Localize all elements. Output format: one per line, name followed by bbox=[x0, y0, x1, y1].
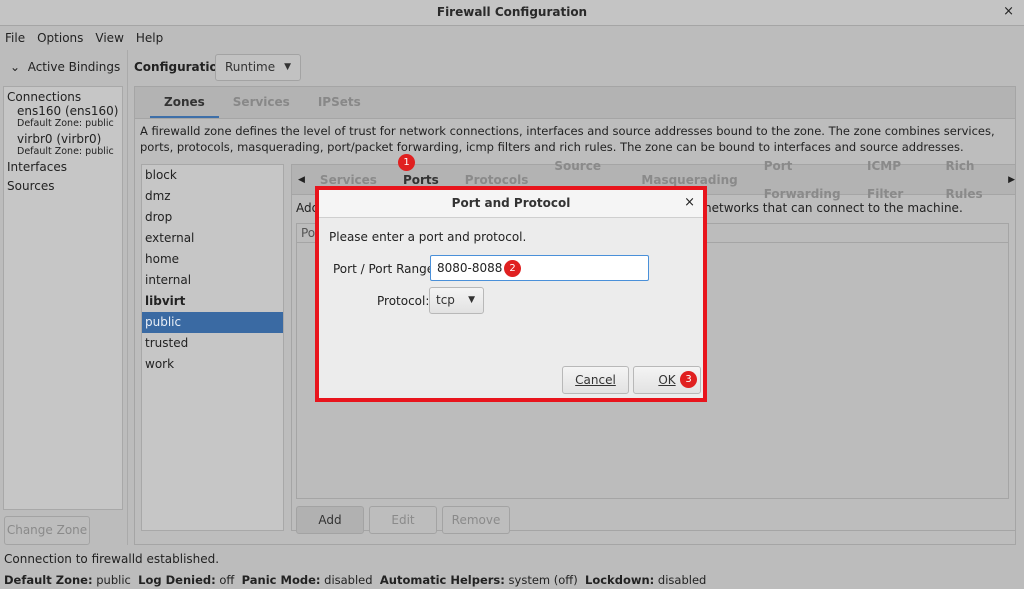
step-badge-2: 2 bbox=[504, 260, 521, 277]
step-badge-1: 1 bbox=[398, 154, 415, 171]
status-bar: Default Zone: public Log Denied: off Pan… bbox=[4, 573, 706, 587]
status-value: disabled bbox=[657, 573, 707, 587]
cancel-button[interactable]: Cancel bbox=[562, 366, 629, 394]
tab-icmp-filter[interactable]: ICMP Filter bbox=[854, 152, 932, 208]
connection-zone: Default Zone: public bbox=[17, 146, 114, 157]
menu-view[interactable]: View bbox=[95, 27, 123, 49]
tab-rich-rules[interactable]: Rich Rules bbox=[932, 152, 1008, 208]
add-button[interactable]: Add bbox=[296, 506, 364, 534]
zone-item[interactable]: block bbox=[142, 165, 283, 186]
dropdown-arrow-icon: ▼ bbox=[284, 62, 291, 72]
status-key: Panic Mode: bbox=[241, 573, 321, 587]
connection-virbr0[interactable]: virbr0 (virbr0) bbox=[7, 132, 119, 146]
status-key: Lockdown: bbox=[585, 573, 655, 587]
status-value: public bbox=[96, 573, 131, 587]
port-input[interactable]: 8080-8088 bbox=[430, 255, 649, 281]
zone-list: block dmz drop external home internal li… bbox=[141, 164, 284, 531]
scroll-left-icon[interactable]: ◀ bbox=[298, 175, 305, 185]
status-value: disabled bbox=[324, 573, 373, 587]
zone-item[interactable]: external bbox=[142, 228, 283, 249]
chevron-down-icon: ⌄ bbox=[10, 60, 21, 74]
menu-help[interactable]: Help bbox=[136, 27, 163, 49]
zone-item[interactable]: internal bbox=[142, 270, 283, 291]
title-bar: Firewall Configuration bbox=[0, 0, 1024, 26]
zone-item[interactable]: libvirt bbox=[142, 291, 283, 312]
zone-item[interactable]: work bbox=[142, 354, 283, 375]
remove-button[interactable]: Remove bbox=[442, 506, 510, 534]
status-value: off bbox=[219, 573, 235, 587]
menu-bar: File Options View Help bbox=[0, 27, 1024, 49]
dialog-prompt: Please enter a port and protocol. bbox=[329, 230, 527, 244]
active-bindings-toggle[interactable]: ⌄ Active Bindings bbox=[10, 60, 120, 74]
port-value: 8080-8088 bbox=[437, 261, 503, 275]
dialog-close-button[interactable]: × bbox=[684, 190, 695, 216]
menu-options[interactable]: Options bbox=[37, 27, 83, 49]
status-message: Connection to firewalld established. bbox=[4, 552, 220, 566]
scroll-right-icon[interactable]: ▶ bbox=[1008, 175, 1015, 185]
connection-ens160[interactable]: ens160 (ens160) bbox=[7, 104, 119, 118]
zone-description: A firewalld zone defines the level of tr… bbox=[140, 124, 995, 154]
window-close-button[interactable]: × bbox=[1003, 0, 1014, 24]
dialog-header: Port and Protocol bbox=[319, 190, 703, 218]
protocol-select[interactable]: tcp ▼ bbox=[429, 287, 484, 314]
zone-item[interactable]: home bbox=[142, 249, 283, 270]
window-title: Firewall Configuration bbox=[436, 5, 588, 19]
protocol-value: tcp bbox=[436, 293, 455, 307]
tab-port-forwarding[interactable]: Port Forwarding bbox=[751, 152, 854, 208]
status-key: Log Denied: bbox=[138, 573, 216, 587]
connections-header[interactable]: Connections bbox=[7, 90, 119, 104]
sources-header[interactable]: Sources bbox=[7, 179, 119, 193]
port-label: Port / Port Range: bbox=[333, 262, 439, 276]
tab-ipsets[interactable]: IPSets bbox=[304, 87, 375, 118]
edit-button[interactable]: Edit bbox=[369, 506, 437, 534]
tab-services[interactable]: Services bbox=[219, 87, 304, 118]
interfaces-header[interactable]: Interfaces bbox=[7, 160, 119, 174]
dropdown-arrow-icon: ▼ bbox=[468, 295, 475, 305]
configuration-value: Runtime bbox=[225, 60, 276, 74]
protocol-label: Protocol: bbox=[377, 294, 430, 308]
bindings-list: Connections ens160 (ens160) Default Zone… bbox=[3, 86, 123, 510]
status-key: Automatic Helpers: bbox=[379, 573, 505, 587]
zone-item[interactable]: dmz bbox=[142, 186, 283, 207]
connection-zone: Default Zone: public bbox=[17, 118, 114, 129]
zone-item[interactable]: trusted bbox=[142, 333, 283, 354]
ports-description-end: networks that can connect to the machine… bbox=[704, 201, 963, 215]
configuration-select[interactable]: Runtime ▼ bbox=[215, 54, 301, 81]
tab-zones[interactable]: Zones bbox=[150, 87, 219, 118]
port-protocol-dialog: Port and Protocol × Please enter a port … bbox=[319, 190, 703, 398]
active-bindings-label: Active Bindings bbox=[27, 60, 121, 74]
change-zone-button[interactable]: Change Zone bbox=[4, 516, 90, 545]
step-badge-3: 3 bbox=[680, 371, 697, 388]
zone-item-selected[interactable]: public bbox=[142, 312, 283, 333]
zone-item[interactable]: drop bbox=[142, 207, 283, 228]
main-tabs: Zones Services IPSets bbox=[135, 87, 1015, 119]
status-value: system (off) bbox=[508, 573, 578, 587]
menu-file[interactable]: File bbox=[5, 27, 25, 49]
dialog-title: Port and Protocol bbox=[451, 196, 571, 210]
status-key: Default Zone: bbox=[4, 573, 93, 587]
